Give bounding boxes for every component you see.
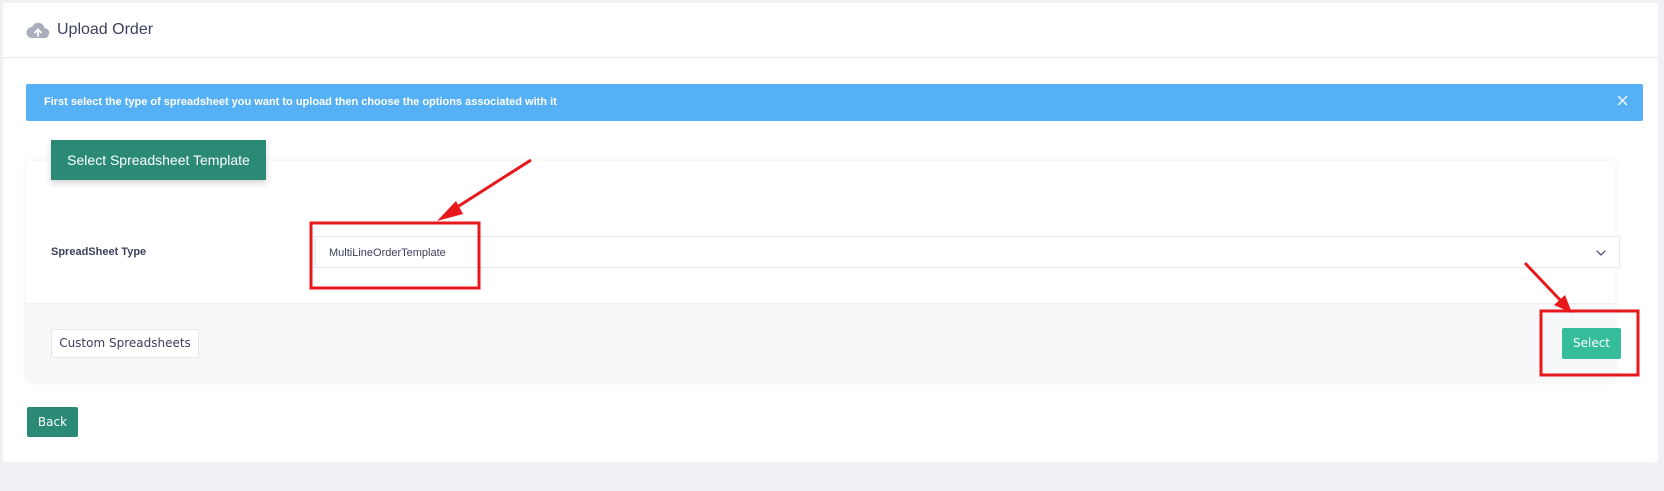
card-body <box>26 161 1615 303</box>
chevron-down-icon <box>1596 250 1606 256</box>
info-alert: First select the type of spreadsheet you… <box>26 84 1643 121</box>
spreadsheet-type-label: SpreadSheet Type <box>51 246 147 258</box>
page-title: Upload Order <box>57 21 154 38</box>
custom-spreadsheets-button[interactable]: Custom Spreadsheets <box>51 329 199 358</box>
close-icon[interactable]: × <box>1616 90 1629 112</box>
card-footer <box>26 303 1615 382</box>
cloud-upload-icon <box>26 22 50 39</box>
back-button[interactable]: Back <box>27 407 78 437</box>
card-title-badge: Select Spreadsheet Template <box>51 140 266 180</box>
select-current-value: MultiLineOrderTemplate <box>329 247 446 259</box>
spreadsheet-type-select[interactable]: MultiLineOrderTemplate <box>315 236 1620 268</box>
select-button[interactable]: Select <box>1562 328 1621 359</box>
spreadsheet-template-card <box>26 161 1615 382</box>
alert-message: First select the type of spreadsheet you… <box>44 96 557 108</box>
panel-header: Upload Order <box>3 3 1658 58</box>
